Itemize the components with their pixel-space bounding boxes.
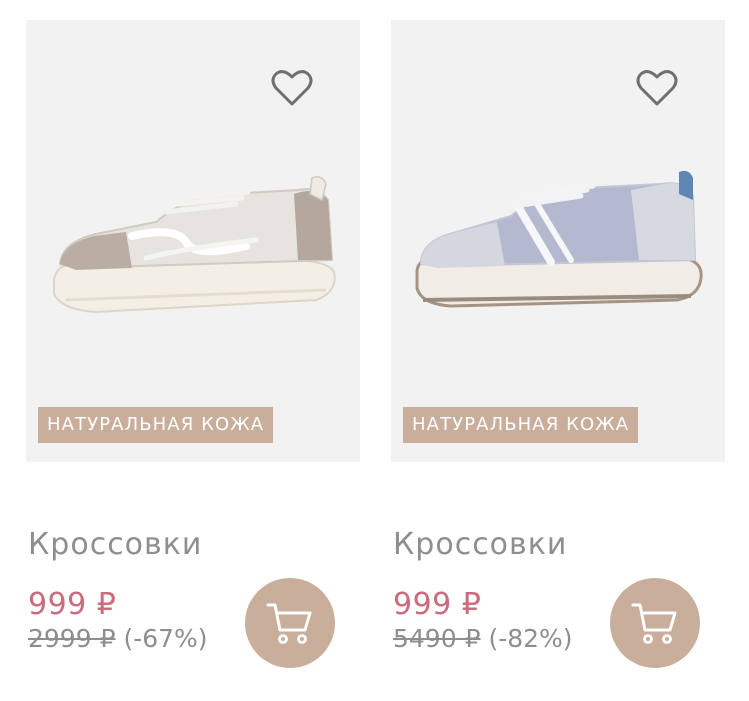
cart-icon — [266, 603, 312, 644]
product-title[interactable]: Кроссовки — [393, 525, 567, 565]
old-price-row: 2999 ₽ (-67%) — [28, 622, 208, 656]
old-price: 5490 ₽ — [393, 624, 481, 653]
product-image-area[interactable]: НАТУРАЛЬНАЯ КОЖА — [26, 20, 360, 462]
material-badge: НАТУРАЛЬНАЯ КОЖА — [38, 407, 274, 443]
product-card[interactable]: НАТУРАЛЬНАЯ КОЖА Кроссовки 999 ₽ 5490 ₽ … — [391, 20, 725, 701]
product-card[interactable]: НАТУРАЛЬНАЯ КОЖА Кроссовки 999 ₽ 2999 ₽ … — [26, 20, 360, 701]
sneaker-beige-image — [53, 176, 336, 314]
add-to-cart-button[interactable] — [610, 578, 700, 668]
discount-percent: (-82%) — [488, 624, 573, 653]
cart-icon — [631, 603, 677, 644]
product-title[interactable]: Кроссовки — [28, 525, 202, 565]
old-price-row: 5490 ₽ (-82%) — [393, 622, 573, 656]
old-price: 2999 ₽ — [28, 624, 116, 653]
current-price: 999 ₽ — [28, 587, 117, 622]
discount-percent: (-67%) — [123, 624, 208, 653]
sneaker-blue-image — [415, 170, 703, 308]
heart-outline-icon[interactable] — [635, 68, 679, 108]
heart-outline-icon[interactable] — [270, 68, 314, 108]
add-to-cart-button[interactable] — [245, 578, 335, 668]
current-price: 999 ₽ — [393, 587, 482, 622]
product-image-area[interactable]: НАТУРАЛЬНАЯ КОЖА — [391, 20, 725, 462]
material-badge: НАТУРАЛЬНАЯ КОЖА — [403, 407, 639, 443]
